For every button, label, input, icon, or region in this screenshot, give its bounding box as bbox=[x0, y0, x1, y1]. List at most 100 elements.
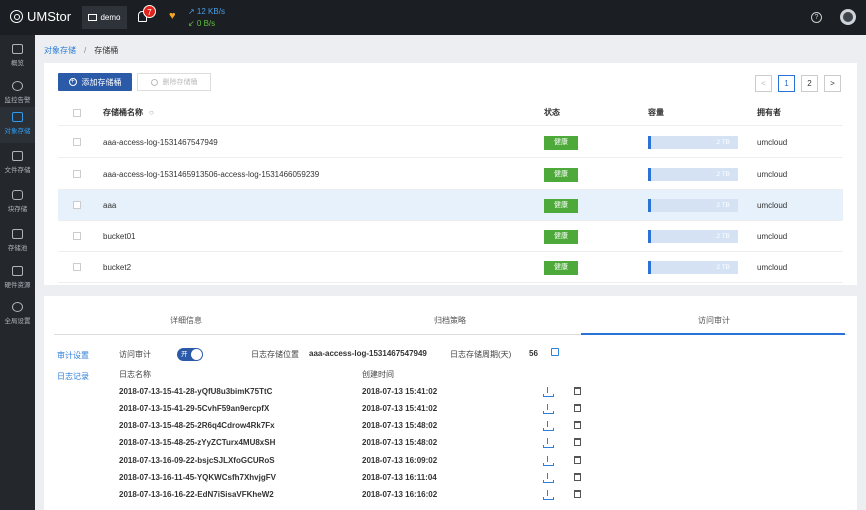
log-row: 2018-07-13-16-16-22-EdN7iSisaVFKheW2 2018… bbox=[119, 490, 619, 507]
log-name: 2018-07-13-16-16-22-EdN7iSisaVFKheW2 bbox=[119, 490, 274, 499]
delete-icon[interactable] bbox=[574, 387, 581, 395]
logo[interactable]: UMStor bbox=[10, 9, 71, 24]
table-header: 存储桶名称 ○ 状态 容量 拥有者 bbox=[58, 100, 843, 126]
breadcrumb-separator: / bbox=[84, 46, 87, 55]
access-audit-toggle[interactable]: 开 bbox=[177, 348, 203, 361]
breadcrumb-root-link[interactable]: 对象存储 bbox=[44, 46, 76, 55]
close-icon bbox=[150, 78, 158, 86]
tab-access-audit[interactable]: 访问审计 bbox=[582, 315, 846, 335]
sidebar-item-block-storage[interactable]: 块存储 bbox=[0, 185, 35, 221]
delete-icon[interactable] bbox=[574, 473, 581, 481]
download-icon[interactable] bbox=[543, 473, 554, 483]
table-row[interactable]: aaa-access-log-1531465913506-access-log-… bbox=[58, 159, 843, 190]
sidebar-item-label: 监控告警 bbox=[4, 97, 31, 104]
bucket-name[interactable]: aaa-access-log-1531465913506-access-log-… bbox=[103, 159, 319, 189]
log-row: 2018-07-13-15-41-28-yQfU8u3bimK75TtC 2018… bbox=[119, 387, 619, 404]
sidebar: 概览 监控告警 对象存储 文件存储 块存储 存储池 硬件资源 全局设置 bbox=[0, 35, 35, 510]
add-bucket-button[interactable]: + 添加存储桶 bbox=[58, 73, 132, 91]
download-icon[interactable] bbox=[543, 438, 554, 448]
pagination-prev-button[interactable]: < bbox=[755, 75, 772, 92]
log-period-value: 56 bbox=[529, 349, 538, 358]
log-row: 2018-07-13-15-48-25-2R6q4Cdrow4Rk7Fx 2018… bbox=[119, 421, 619, 438]
hardware-icon bbox=[12, 266, 23, 276]
row-checkbox[interactable] bbox=[73, 201, 81, 209]
sidebar-item-storage-pool[interactable]: 存储池 bbox=[0, 224, 35, 260]
bucket-list-panel: + 添加存储桶 删除存储桶 < 1 2 > 存储桶名称 ○ 状态 容量 拥有者 aa… bbox=[44, 63, 857, 285]
log-time: 2018-07-13 15:48:02 bbox=[362, 438, 438, 447]
tab-details[interactable]: 详细信息 bbox=[54, 315, 318, 335]
bucket-detail-panel: 详细信息 归档策略 访问审计 审计设置 日志记录 访问审计 开 日志存储位置 a… bbox=[44, 296, 857, 510]
download-icon[interactable] bbox=[543, 387, 554, 397]
table-row[interactable]: bucket01 健康 2 TB umcloud bbox=[58, 221, 843, 252]
table-row[interactable]: bucket2 健康 2 TB umcloud bbox=[58, 252, 843, 283]
breadcrumb-current: 存储桶 bbox=[94, 46, 119, 55]
project-selector[interactable]: demo bbox=[82, 6, 127, 29]
tab-archive-policy[interactable]: 归档策略 bbox=[318, 315, 582, 335]
log-name: 2018-07-13-15-48-25-zYyZCTurx4MU8xSH bbox=[119, 438, 276, 447]
search-icon[interactable]: ○ bbox=[149, 108, 154, 117]
home-icon bbox=[12, 44, 23, 54]
delete-bucket-label: 删除存储桶 bbox=[162, 79, 198, 86]
download-icon[interactable] bbox=[543, 456, 554, 466]
column-header-name-label: 存储桶名称 bbox=[103, 108, 143, 117]
select-all-checkbox[interactable] bbox=[73, 109, 81, 117]
alert-count-badge[interactable]: 7 bbox=[143, 5, 156, 18]
log-row: 2018-07-13-16-09-22-bsjcSJLXfoGCURoS 2018… bbox=[119, 456, 619, 473]
log-row: 2018-07-13-15-41-29-5CvhF59an9ercpfX 2018… bbox=[119, 404, 619, 421]
sidebar-item-label: 概览 bbox=[11, 60, 24, 67]
download-icon[interactable] bbox=[543, 421, 554, 431]
upload-speed: ↗ 12 KB/s bbox=[188, 7, 225, 16]
log-name: 2018-07-13-15-41-29-5CvhF59an9ercpfX bbox=[119, 404, 270, 413]
sidebar-item-file-storage[interactable]: 文件存储 bbox=[0, 146, 35, 182]
table-row[interactable]: aaa-access-log-1531467547949 健康 2 TB umc… bbox=[58, 127, 843, 158]
edit-icon[interactable] bbox=[551, 348, 559, 356]
sidebar-item-object-storage[interactable]: 对象存储 bbox=[0, 107, 35, 143]
sidebar-item-hardware[interactable]: 硬件资源 bbox=[0, 261, 35, 297]
delete-icon[interactable] bbox=[574, 404, 581, 412]
pagination-page-1[interactable]: 1 bbox=[778, 75, 795, 92]
help-icon[interactable]: ? bbox=[811, 12, 822, 23]
download-icon[interactable] bbox=[543, 490, 554, 500]
bucket-name[interactable]: bucket01 bbox=[103, 221, 135, 251]
log-name: 2018-07-13-16-11-45-YQKWCsfh7XhvjgFV bbox=[119, 473, 276, 482]
delete-bucket-button[interactable]: 删除存储桶 bbox=[137, 73, 211, 91]
gear-icon bbox=[12, 302, 23, 312]
row-checkbox[interactable] bbox=[73, 263, 81, 271]
table-row[interactable]: aaa 健康 2 TB umcloud bbox=[58, 190, 843, 221]
log-row: 2018-07-13-15-48-25-zYyZCTurx4MU8xSH 2018… bbox=[119, 438, 619, 455]
folder-icon bbox=[88, 14, 98, 21]
delete-icon[interactable] bbox=[574, 438, 581, 446]
delete-icon[interactable] bbox=[574, 456, 581, 464]
eye-icon bbox=[12, 81, 23, 91]
delete-icon[interactable] bbox=[574, 490, 581, 498]
pagination-next-button[interactable]: > bbox=[824, 75, 841, 92]
download-icon[interactable] bbox=[543, 404, 554, 414]
add-bucket-label: 添加存储桶 bbox=[81, 77, 122, 87]
bucket-name[interactable]: aaa-access-log-1531467547949 bbox=[103, 127, 218, 157]
sidebar-item-label: 块存储 bbox=[7, 206, 28, 213]
sidebar-item-label: 存储池 bbox=[7, 245, 28, 252]
sidebar-item-label: 硬件资源 bbox=[4, 282, 31, 289]
bucket-name[interactable]: bucket2 bbox=[103, 252, 131, 282]
sidebar-item-global-settings[interactable]: 全局设置 bbox=[0, 297, 35, 333]
chart-icon bbox=[12, 229, 23, 239]
log-period-label: 日志存储周期(天) bbox=[450, 350, 512, 359]
avatar[interactable] bbox=[840, 9, 856, 25]
capacity-bar: 2 TB bbox=[648, 199, 738, 212]
row-checkbox[interactable] bbox=[73, 138, 81, 146]
owner: umcloud bbox=[757, 137, 788, 147]
column-header-name[interactable]: 存储桶名称 ○ bbox=[103, 100, 154, 125]
audit-settings-link[interactable]: 审计设置 bbox=[57, 350, 89, 361]
sidebar-item-overview[interactable]: 概览 bbox=[0, 39, 35, 75]
log-time: 2018-07-13 15:41:02 bbox=[362, 387, 438, 396]
row-checkbox[interactable] bbox=[73, 232, 81, 240]
log-row: 2018-07-13-16-11-45-YQKWCsfh7XhvjgFV 2018… bbox=[119, 473, 619, 490]
owner: umcloud bbox=[757, 262, 788, 272]
log-records-link[interactable]: 日志记录 bbox=[57, 371, 89, 382]
bucket-name[interactable]: aaa bbox=[103, 190, 116, 220]
row-checkbox[interactable] bbox=[73, 170, 81, 178]
delete-icon[interactable] bbox=[574, 421, 581, 429]
pagination-page-2[interactable]: 2 bbox=[801, 75, 818, 92]
log-time: 2018-07-13 16:11:04 bbox=[362, 473, 437, 482]
heart-icon[interactable]: ♥ bbox=[169, 10, 176, 22]
